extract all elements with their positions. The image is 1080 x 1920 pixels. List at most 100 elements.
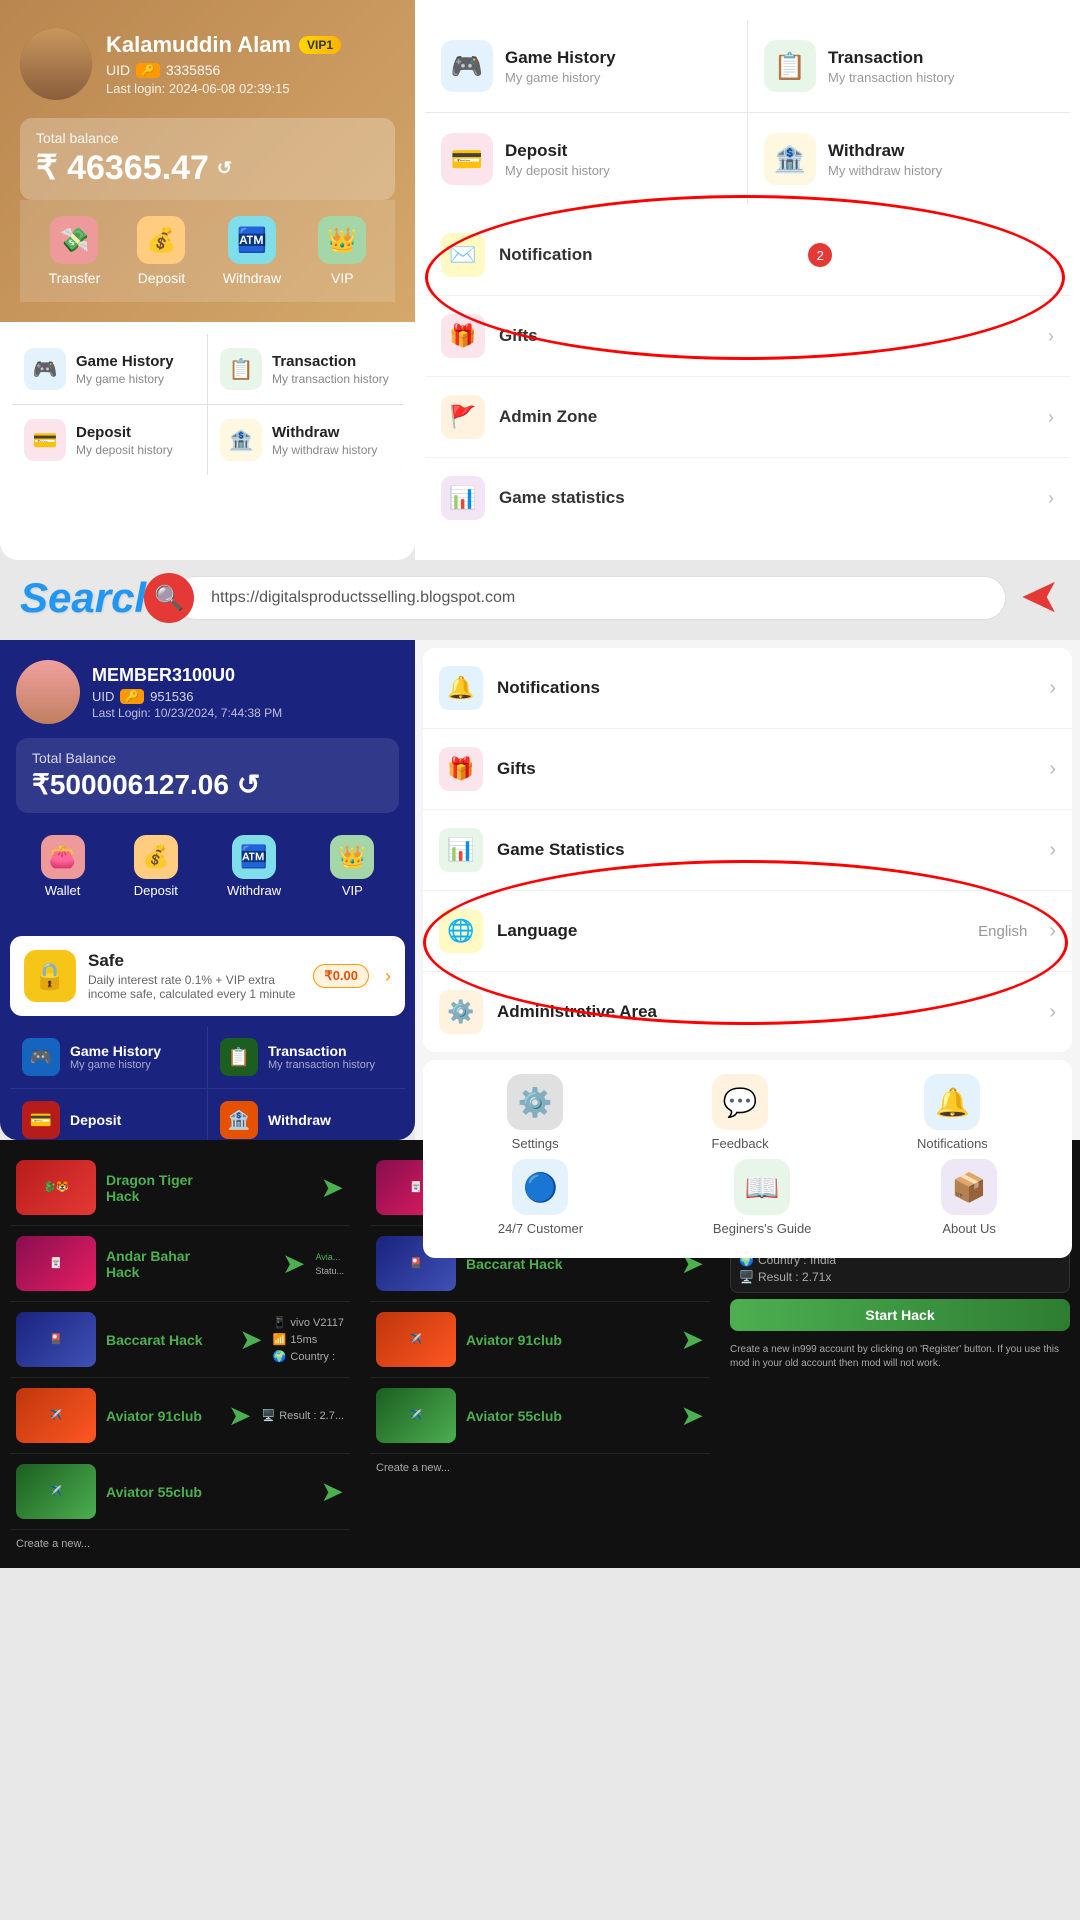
aviator-55-2-thumb: ✈️ xyxy=(376,1388,456,1443)
search-icon: 🔍 xyxy=(144,573,194,623)
arrow-icon-2: ➤ xyxy=(282,1247,305,1280)
dark-transaction[interactable]: 📋 Transaction My transaction history xyxy=(208,1026,405,1088)
dark-username: MEMBER3100U0 xyxy=(92,665,282,686)
hack-item-dragon-tiger[interactable]: 🐉🐯 Dragon TigerHack ➤ xyxy=(10,1150,350,1226)
profile-header: Kalamuddin Alam VIP1 UID 🔑 3335856 Last … xyxy=(0,0,415,322)
gifts-item[interactable]: 🎁 Gifts › xyxy=(425,296,1070,377)
hack-panel-left: 🐉🐯 Dragon TigerHack ➤ 🃏 Andar BaharHack … xyxy=(0,1140,360,1568)
dark-profile-top: MEMBER3100U0 UID 🔑 951536 Last Login: 10… xyxy=(16,660,399,724)
right-menu-grid: 🎮 Game History My game history 📋 Transac… xyxy=(425,20,1070,205)
safe-arrow-icon: › xyxy=(385,966,391,987)
deposit-btn[interactable]: 💰 Deposit xyxy=(137,216,185,286)
bottom-icons-section: ⚙️ Settings 💬 Feedback 🔔 Notifications 🔵… xyxy=(423,1060,1072,1258)
start-hack-button[interactable]: Start Hack xyxy=(730,1299,1070,1331)
create-new-text-2: Create a new... xyxy=(370,1454,710,1482)
create-new-text: Create a new... xyxy=(10,1530,350,1558)
dark-menu-grid: 🎮 Game History My game history 📋 Transac… xyxy=(10,1026,405,1140)
menu-grid: 🎮 Game History My game history 📋 Transac… xyxy=(12,334,403,475)
dark-refresh-icon[interactable]: ↺ xyxy=(237,768,260,801)
dark-balance-amount: ₹500006127.06 ↺ xyxy=(32,768,383,801)
game-history-item[interactable]: 🎮 Game History My game history xyxy=(12,334,207,404)
balance-amount: ₹ 46365.47 ↺ xyxy=(36,148,379,188)
admin-area-setting[interactable]: ⚙️ Administrative Area › xyxy=(423,972,1072,1052)
feedback-btn[interactable]: 💬 Feedback xyxy=(712,1074,769,1151)
right-game-history[interactable]: 🎮 Game History My game history xyxy=(425,20,747,112)
bottom-icons-row-1: ⚙️ Settings 💬 Feedback 🔔 Notifications xyxy=(433,1074,1062,1151)
dark-deposit[interactable]: 💳 Deposit xyxy=(10,1089,207,1140)
right-deposit[interactable]: 💳 Deposit My deposit history xyxy=(425,113,747,205)
dark-vip-btn[interactable]: 👑 VIP xyxy=(330,835,374,898)
withdraw-item[interactable]: 🏦 Withdraw My withdraw history xyxy=(208,405,403,475)
warning-text: Create a new in999 account by clicking o… xyxy=(730,1343,1070,1371)
last-login: Last login: 2024-06-08 02:39:15 xyxy=(106,81,395,96)
hack-item-aviator-55[interactable]: ✈️ Aviator 55club ➤ xyxy=(10,1454,350,1530)
safe-title: Safe xyxy=(88,951,301,971)
right-transaction[interactable]: 📋 Transaction My transaction history xyxy=(748,20,1070,112)
vip-badge: VIP1 xyxy=(299,36,341,54)
avatar xyxy=(20,28,92,100)
right-withdraw[interactable]: 🏦 Withdraw My withdraw history xyxy=(748,113,1070,205)
uid-value: 3335856 xyxy=(166,62,221,78)
game-stats-setting[interactable]: 📊 Game Statistics › xyxy=(423,810,1072,891)
dark-withdraw[interactable]: 🏦 Withdraw xyxy=(208,1089,405,1140)
profile-info: Kalamuddin Alam VIP1 UID 🔑 3335856 Last … xyxy=(106,32,395,96)
arrow-annotation: ➤ xyxy=(1020,570,1060,626)
dark-deposit-btn[interactable]: 💰 Deposit xyxy=(134,835,178,898)
safe-amount: ₹0.00 xyxy=(313,964,369,988)
arrow-icon-5: ➤ xyxy=(321,1475,344,1508)
dark-withdraw-btn[interactable]: 🏧 Withdraw xyxy=(227,835,281,898)
safe-icon: 🔒 xyxy=(24,950,76,1002)
safe-desc: Daily interest rate 0.1% + VIP extra inc… xyxy=(88,973,301,1001)
andar-bahar-thumb: 🃏 xyxy=(16,1236,96,1291)
hack-item-aviator-91-2[interactable]: ✈️ Aviator 91club ➤ xyxy=(370,1302,710,1378)
bottom-icons-row-2: 🔵 24/7 Customer 📖 Beginers's Guide 📦 Abo… xyxy=(433,1159,1062,1236)
admin-zone-item[interactable]: 🚩 Admin Zone › xyxy=(425,377,1070,458)
guide-btn[interactable]: 📖 Beginers's Guide xyxy=(713,1159,812,1236)
withdraw-btn[interactable]: 🏧 Withdraw xyxy=(223,216,281,286)
language-setting[interactable]: 🌐 Language English › xyxy=(423,891,1072,972)
settings-panel: 🔔 Notifications › 🎁 Gifts › 📊 Game Stati… xyxy=(415,640,1080,1140)
hack-item-andar-bahar[interactable]: 🃏 Andar BaharHack ➤ Avia... Statu... xyxy=(10,1226,350,1302)
notifications-btn[interactable]: 🔔 Notifications xyxy=(917,1074,988,1151)
profile-name: Kalamuddin Alam VIP1 xyxy=(106,32,395,58)
notifications-setting[interactable]: 🔔 Notifications › xyxy=(423,648,1072,729)
top-row: Kalamuddin Alam VIP1 UID 🔑 3335856 Last … xyxy=(0,0,1080,560)
game-statistics-item[interactable]: 📊 Game statistics › xyxy=(425,458,1070,538)
dark-profile-panel: MEMBER3100U0 UID 🔑 951536 Last Login: 10… xyxy=(0,640,415,1140)
hack-item-aviator-55-2[interactable]: ✈️ Aviator 55club ➤ xyxy=(370,1378,710,1454)
about-btn[interactable]: 📦 About Us xyxy=(941,1159,997,1236)
baccarat-thumb: 🎴 xyxy=(16,1312,96,1367)
left-profile-panel: Kalamuddin Alam VIP1 UID 🔑 3335856 Last … xyxy=(0,0,415,560)
arrow-icon: ➤ xyxy=(321,1171,344,1204)
search-row: Search 🔍 https://digitalsproductsselling… xyxy=(0,560,1080,636)
dark-balance-box: Total Balance ₹500006127.06 ↺ xyxy=(16,738,399,813)
wallet-btn[interactable]: 👛 Wallet xyxy=(41,835,85,898)
search-bar[interactable]: https://digitalsproductsselling.blogspot… xyxy=(174,576,1006,620)
gifts-setting[interactable]: 🎁 Gifts › xyxy=(423,729,1072,810)
dark-game-history[interactable]: 🎮 Game History My game history xyxy=(10,1026,207,1088)
transaction-item[interactable]: 📋 Transaction My transaction history xyxy=(208,334,403,404)
search-wrapper: 🔍 https://digitalsproductsselling.blogsp… xyxy=(174,576,1006,620)
notification-item[interactable]: ✉️ Notification 2 › xyxy=(425,215,1070,296)
action-row: 💸 Transfer 💰 Deposit 🏧 Withdraw 👑 VIP xyxy=(20,200,395,302)
aviator-55-thumb: ✈️ xyxy=(16,1464,96,1519)
transfer-btn[interactable]: 💸 Transfer xyxy=(49,216,101,286)
safe-box[interactable]: 🔒 Safe Daily interest rate 0.1% + VIP ex… xyxy=(10,936,405,1016)
deposit-item[interactable]: 💳 Deposit My deposit history xyxy=(12,405,207,475)
settings-icon-btn[interactable]: ⚙️ Settings xyxy=(507,1074,563,1151)
dark-uid-row: UID 🔑 951536 xyxy=(92,689,282,704)
hack-item-baccarat[interactable]: 🎴 Baccarat Hack ➤ 📱 vivo V2117 📶 15ms 🌍 … xyxy=(10,1302,350,1378)
dark-avatar xyxy=(16,660,80,724)
aviator-91-2-thumb: ✈️ xyxy=(376,1312,456,1367)
settings-section: 🔔 Notifications › 🎁 Gifts › 📊 Game Stati… xyxy=(423,648,1072,1052)
green-arrow-8: ➤ xyxy=(681,1323,704,1356)
dragon-tiger-thumb: 🐉🐯 xyxy=(16,1160,96,1215)
search-label: Search xyxy=(20,574,160,622)
vip-btn[interactable]: 👑 VIP xyxy=(318,216,366,286)
hack-item-aviator-91[interactable]: ✈️ Aviator 91club ➤ 🖥️ Result : 2.7... xyxy=(10,1378,350,1454)
middle-row: MEMBER3100U0 UID 🔑 951536 Last Login: 10… xyxy=(0,640,1080,1140)
profile-top-row: Kalamuddin Alam VIP1 UID 🔑 3335856 Last … xyxy=(20,28,395,100)
refresh-icon[interactable]: ↺ xyxy=(217,158,232,179)
customer-btn[interactable]: 🔵 24/7 Customer xyxy=(498,1159,583,1236)
dark-action-row: 👛 Wallet 💰 Deposit 🏧 Withdraw 👑 VIP xyxy=(16,827,399,910)
